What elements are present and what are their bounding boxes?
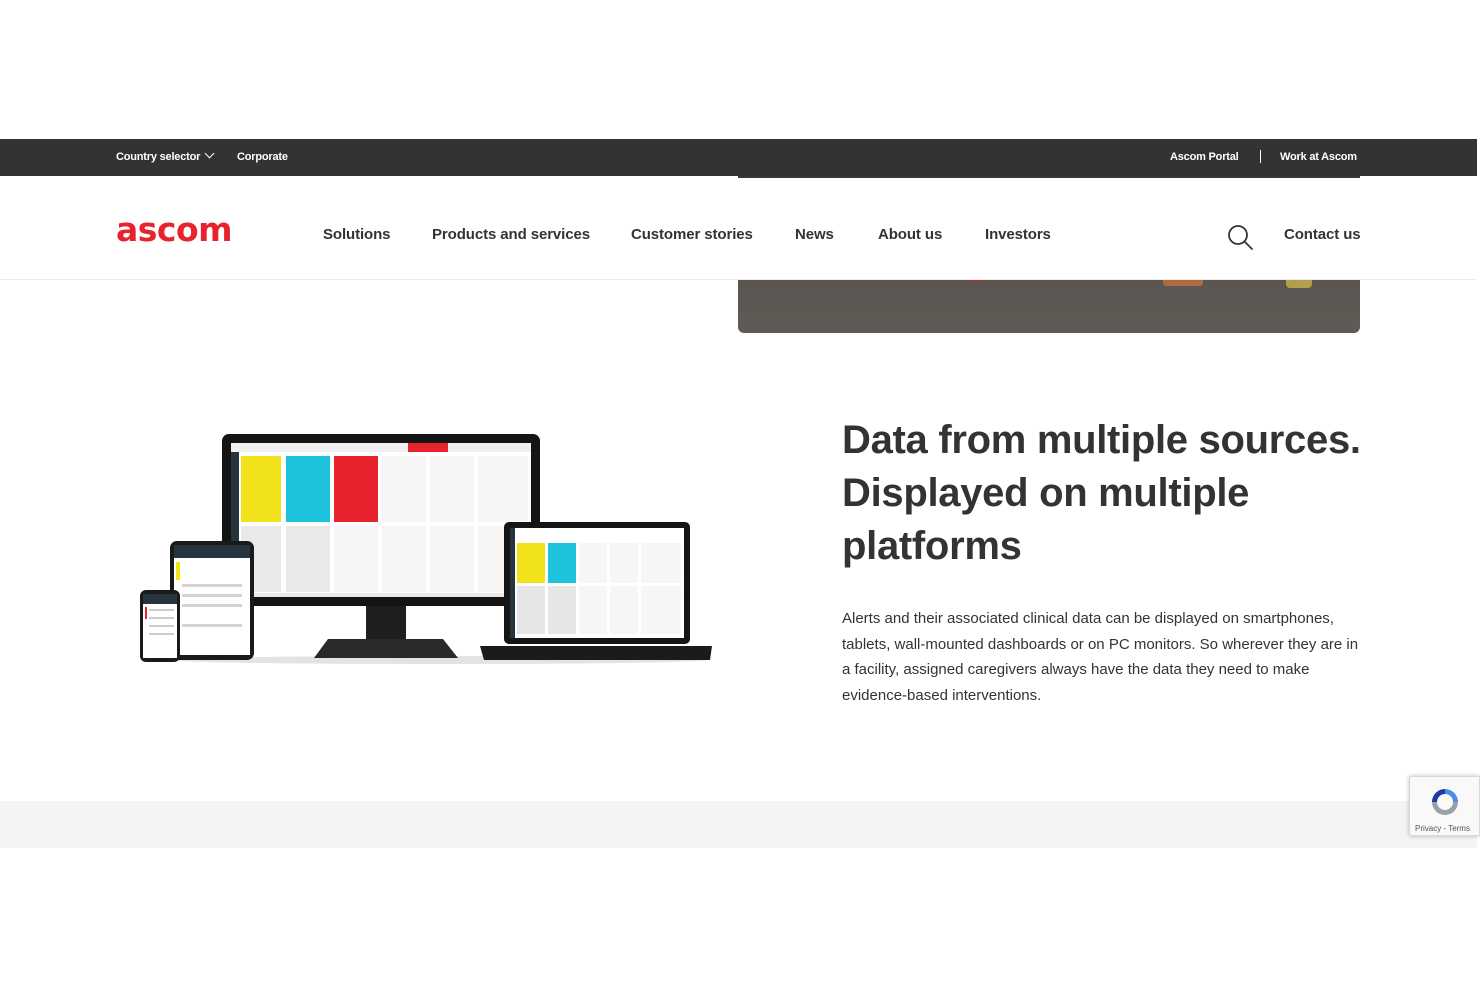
search-icon xyxy=(1228,225,1253,250)
nav-customer-stories[interactable]: Customer stories xyxy=(631,226,753,243)
recaptcha-icon xyxy=(1432,789,1458,815)
nav-investors[interactable]: Investors xyxy=(985,226,1051,243)
country-selector-label: Country selector xyxy=(116,151,201,163)
section-body-text: Alerts and their associated clinical dat… xyxy=(842,610,1359,704)
country-selector[interactable]: Country selector xyxy=(116,148,215,163)
nav-news[interactable]: News xyxy=(795,226,834,243)
footer-band xyxy=(0,801,1477,848)
work-at-ascom-link[interactable]: Work at Ascom xyxy=(1280,151,1357,163)
corporate-link[interactable]: Corporate xyxy=(237,151,288,163)
nav-about-us[interactable]: About us xyxy=(878,226,942,243)
recaptcha-badge[interactable]: Privacy - Terms xyxy=(1409,776,1480,836)
chevron-down-icon xyxy=(204,148,215,159)
search-button[interactable] xyxy=(1226,223,1254,251)
divider xyxy=(1260,150,1261,163)
devices-illustration xyxy=(138,434,712,666)
ascom-logo[interactable]: ascom xyxy=(116,210,233,249)
ascom-portal-link[interactable]: Ascom Portal xyxy=(1170,151,1239,163)
contact-us-link[interactable]: Contact us xyxy=(1284,226,1361,243)
top-utility-bar: Country selector Corporate Ascom Portal … xyxy=(0,139,1477,176)
hero-image-top-edge xyxy=(738,176,1360,178)
nav-products-and-services[interactable]: Products and services xyxy=(432,226,590,243)
section-headline: Data from multiple sources. Displayed on… xyxy=(842,418,1361,568)
recaptcha-terms[interactable]: Privacy - Terms xyxy=(1415,824,1470,833)
nav-solutions[interactable]: Solutions xyxy=(323,226,391,243)
